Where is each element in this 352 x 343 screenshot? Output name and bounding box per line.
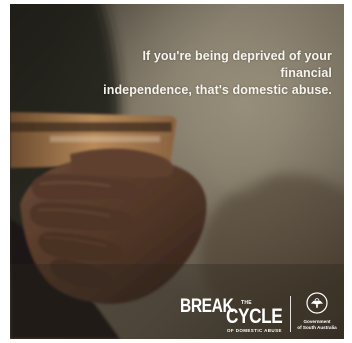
logo-area: BREAK THE CYCLE OF DOMESTIC ABUSE Govern…	[170, 286, 338, 336]
government-line-1: Government	[303, 319, 331, 324]
piping-shrike-crest-icon	[306, 292, 328, 314]
break-the-cycle-logo: BREAK THE CYCLE OF DOMESTIC ABUSE	[170, 286, 284, 336]
headline-line-1: If you're being deprived of your financi…	[142, 49, 332, 80]
government-line-2: of South Australia	[297, 325, 337, 330]
government-logo: Government of South Australia	[296, 292, 338, 334]
poster-frame: If you're being deprived of your financi…	[0, 0, 352, 343]
logo-of-domestic-abuse-text: OF DOMESTIC ABUSE	[227, 328, 282, 333]
headline: If you're being deprived of your financi…	[100, 48, 332, 99]
logo-cycle-text: CYCLE	[226, 305, 283, 328]
headline-line-2: independence, that's domestic abuse.	[103, 83, 332, 97]
logo-divider	[290, 296, 291, 332]
